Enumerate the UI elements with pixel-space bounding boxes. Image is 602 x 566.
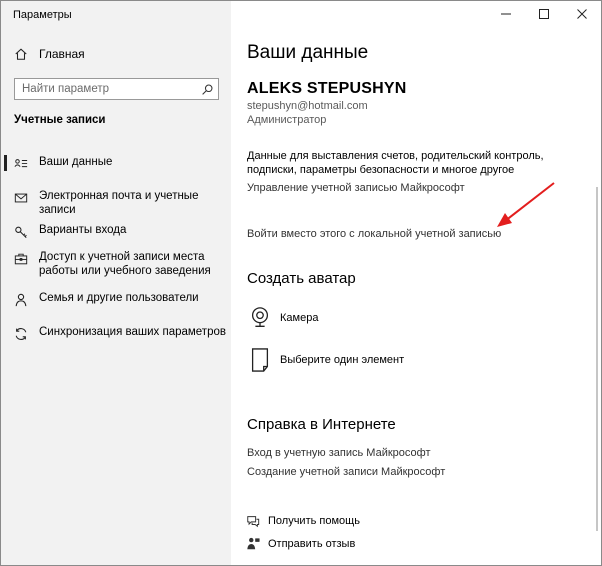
sidebar-item-sign-in-options[interactable]: Варианты входа	[1, 223, 231, 240]
help-section-title: Справка в Интернете	[247, 416, 396, 433]
help-link-create-account[interactable]: Создание учетной записи Майкрософт	[247, 466, 445, 478]
key-icon	[13, 224, 29, 240]
sidebar-item-work-access[interactable]: Доступ к учетной записи места работы или…	[1, 250, 231, 278]
person-icon	[13, 292, 29, 308]
search-input[interactable]	[15, 83, 196, 95]
user-email: stepushyn@hotmail.com	[247, 100, 368, 112]
page-title: Ваши данные	[247, 42, 369, 63]
close-button[interactable]	[563, 1, 601, 29]
window-controls	[487, 1, 601, 29]
settings-window: Параметры Главная Учетные записи Ваши да…	[0, 0, 602, 566]
sidebar-item-home[interactable]: Главная	[9, 43, 227, 65]
sidebar-item-sync[interactable]: Синхронизация ваших параметров	[1, 325, 231, 342]
sidebar-section-heading: Учетные записи	[14, 114, 106, 126]
file-icon	[247, 346, 273, 374]
send-feedback-button[interactable]: Отправить отзыв	[245, 536, 355, 552]
maximize-button[interactable]	[525, 1, 563, 29]
sidebar-item-label: Семья и другие пользователи	[39, 292, 199, 304]
briefcase-icon	[13, 251, 29, 267]
close-icon	[577, 8, 587, 22]
camera-icon	[247, 304, 273, 332]
main-content: Ваши данные ALEKS STEPUSHYN stepushyn@ho…	[231, 1, 601, 565]
sidebar-item-home-label: Главная	[39, 47, 85, 61]
browse-option[interactable]: Выберите один элемент	[247, 346, 404, 374]
email-icon	[13, 190, 29, 206]
send-feedback-label: Отправить отзыв	[268, 538, 356, 550]
billing-description: Данные для выставления счетов, родительс…	[247, 150, 544, 176]
help-chat-icon	[245, 513, 261, 529]
scrollbar[interactable]	[596, 187, 598, 531]
get-help-label: Получить помощь	[268, 515, 360, 527]
user-role: Администратор	[247, 114, 327, 126]
feedback-icon	[245, 536, 261, 552]
minimize-icon	[501, 8, 511, 22]
sidebar-item-your-info[interactable]: Ваши данные	[1, 155, 231, 172]
avatar-section-title: Создать аватар	[247, 270, 356, 287]
search-box	[14, 78, 219, 100]
user-name: ALEKS STEPUSHYN	[247, 80, 407, 97]
camera-option[interactable]: Камера	[247, 304, 318, 332]
home-icon	[13, 46, 29, 62]
window-title: Параметры	[13, 9, 72, 21]
help-link-sign-in[interactable]: Вход в учетную запись Майкрософт	[247, 447, 430, 459]
sidebar-item-label: Ваши данные	[39, 156, 113, 168]
camera-label: Камера	[280, 312, 319, 324]
sidebar-item-family[interactable]: Семья и другие пользователи	[1, 291, 231, 308]
sidebar-item-label: Варианты входа	[39, 224, 127, 236]
manage-account-link[interactable]: Управление учетной записью Майкрософт	[247, 182, 465, 194]
sidebar-item-label: Синхронизация ваших параметров	[39, 326, 226, 338]
sync-icon	[13, 326, 29, 342]
browse-label: Выберите один элемент	[280, 354, 405, 366]
your-info-icon	[13, 156, 29, 172]
annotation-arrow-icon	[497, 182, 555, 227]
maximize-icon	[539, 8, 549, 22]
get-help-button[interactable]: Получить помощь	[245, 513, 360, 529]
sidebar-item-email[interactable]: Электронная почта и учетные записи	[1, 189, 231, 217]
sidebar-item-label: Электронная почта и учетные записи	[39, 190, 199, 216]
search-icon[interactable]	[196, 79, 218, 99]
minimize-button[interactable]	[487, 1, 525, 29]
local-account-link[interactable]: Войти вместо этого с локальной учетной з…	[247, 228, 501, 240]
sidebar: Параметры Главная Учетные записи Ваши да…	[1, 1, 231, 565]
sidebar-item-label: Доступ к учетной записи места работы или…	[39, 251, 211, 277]
